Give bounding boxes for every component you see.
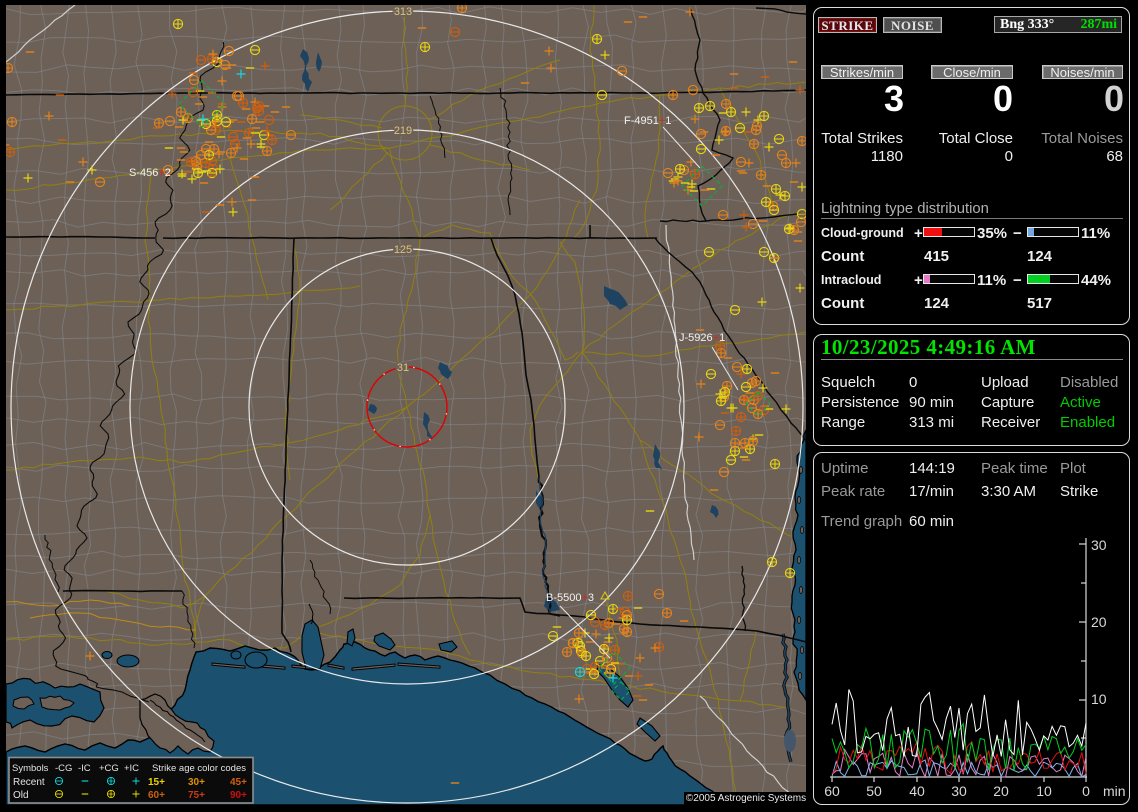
- svg-text:B-5500+3: B-5500+3: [546, 592, 594, 604]
- svg-text:Strike age color codes: Strike age color codes: [152, 763, 246, 774]
- svg-text:60+: 60+: [148, 790, 165, 801]
- svg-text:45+: 45+: [230, 777, 247, 788]
- svg-text:313: 313: [394, 6, 412, 18]
- svg-text:31: 31: [397, 362, 409, 374]
- svg-text:0: 0: [1082, 783, 1090, 799]
- svg-text:Symbols: Symbols: [12, 763, 49, 774]
- svg-text:-IC: -IC: [78, 763, 91, 774]
- svg-text:30+: 30+: [188, 777, 205, 788]
- svg-text:S-456+2: S-456+2: [129, 167, 171, 179]
- svg-text:J-5926+1: J-5926+1: [679, 332, 725, 344]
- svg-text:219: 219: [394, 125, 412, 137]
- svg-text:20: 20: [993, 783, 1009, 799]
- svg-text:90+: 90+: [230, 790, 247, 801]
- svg-text:+CG: +CG: [99, 763, 119, 774]
- svg-text:75+: 75+: [188, 790, 205, 801]
- svg-text:125: 125: [394, 244, 412, 256]
- svg-text:30: 30: [1091, 537, 1107, 553]
- svg-text:50: 50: [866, 783, 882, 799]
- svg-text:20: 20: [1091, 614, 1107, 630]
- svg-text:60: 60: [824, 783, 840, 799]
- svg-text:15+: 15+: [148, 777, 165, 788]
- svg-text:min: min: [1103, 783, 1126, 799]
- svg-text:-CG: -CG: [55, 763, 72, 774]
- svg-text:30: 30: [951, 783, 967, 799]
- svg-text:10: 10: [1036, 783, 1052, 799]
- svg-text:40: 40: [909, 783, 925, 799]
- svg-text:F-4951+1: F-4951+1: [624, 115, 671, 127]
- svg-text:10: 10: [1091, 691, 1107, 707]
- svg-text:Recent: Recent: [13, 777, 45, 788]
- svg-text:+IC: +IC: [124, 763, 139, 774]
- svg-text:Old: Old: [13, 790, 29, 801]
